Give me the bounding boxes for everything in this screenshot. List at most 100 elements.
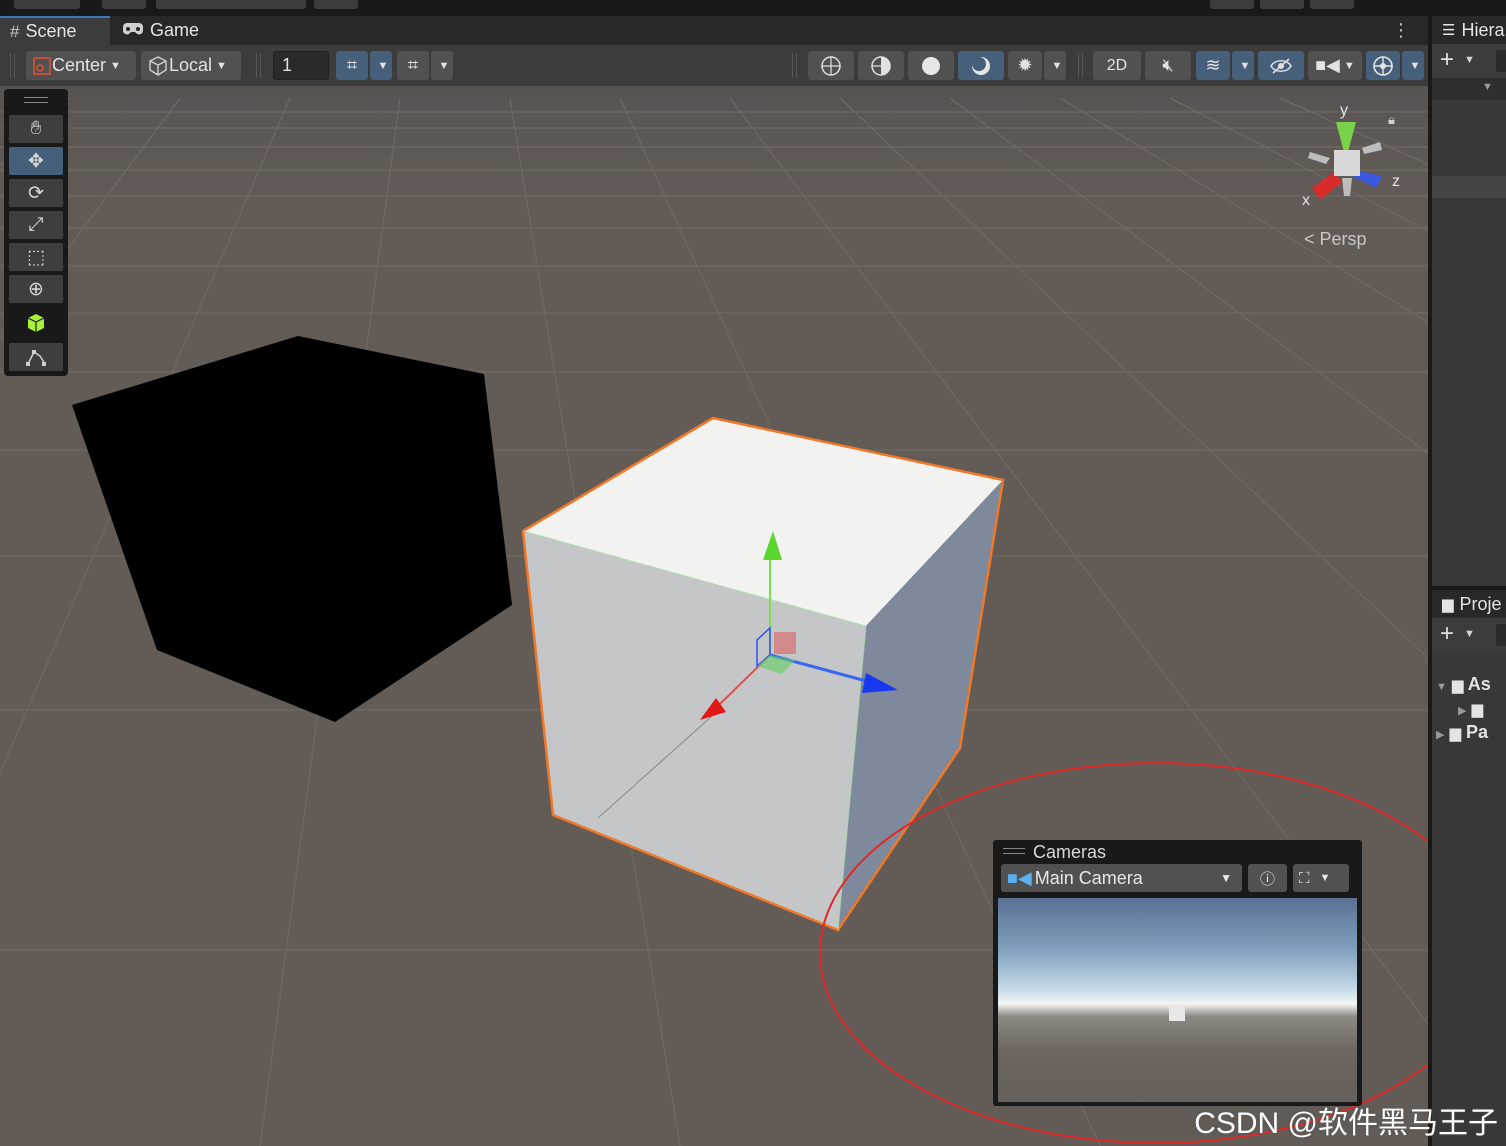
chevron-down-icon[interactable]: ▼ — [1464, 54, 1475, 66]
more-options-icon[interactable]: ⋮ — [1392, 20, 1410, 41]
magnet-grid-icon: ⌗ — [407, 55, 419, 75]
projection-toggle[interactable]: < Persp — [1304, 229, 1367, 250]
custom-tool-button[interactable] — [9, 309, 63, 337]
rotate-icon: ⟳ — [28, 182, 44, 204]
gizmo-y-label: y — [1340, 102, 1348, 119]
gizmos-dropdown[interactable]: ▼ — [1402, 51, 1424, 80]
hierarchy-scene-row[interactable]: ▼ — [1432, 78, 1506, 100]
hand-tool-button[interactable]: ✋︎ — [9, 115, 63, 143]
scene-toolbar: Center ▼ Local ▼ 1 ⌗ ▼ ⌗ ▼ ✹ ▼ 2D 🔇︎ ≋ ▼ — [0, 45, 1428, 87]
wireframe-shading-button[interactable] — [808, 51, 854, 80]
frame-corners-icon: ⛶ — [1299, 869, 1310, 887]
cloud-button[interactable] — [102, 0, 146, 9]
pivot-rotation-dropdown[interactable]: Local ▼ — [141, 51, 241, 80]
gizmo-neg-z-cone[interactable] — [1362, 142, 1382, 154]
scale-tool-button[interactable]: ⤢ — [9, 211, 63, 239]
gizmo-neg-x-cone[interactable] — [1308, 152, 1330, 164]
camera-icon: ■◀ — [1315, 55, 1340, 75]
debug-draw-button[interactable]: ✹ — [1008, 51, 1042, 80]
scene-camera-dropdown[interactable]: ■◀ ▼ — [1308, 51, 1362, 80]
lit-shading-button[interactable] — [958, 51, 1004, 80]
xy-plane-handle[interactable] — [774, 632, 796, 654]
rect-tool-button[interactable]: ⬚ — [9, 243, 63, 271]
tree-item-subfolder[interactable]: ▶ ▆ — [1458, 698, 1483, 719]
account-button[interactable] — [14, 0, 80, 9]
pause-button[interactable] — [1260, 0, 1304, 9]
increment-snap-dropdown[interactable]: ▼ — [431, 51, 453, 80]
play-button[interactable] — [1210, 0, 1254, 9]
wireframe-sphere-icon — [821, 55, 841, 76]
pivot-mode-dropdown[interactable]: Center ▼ — [26, 51, 136, 80]
chevron-down-icon: ▼ — [1319, 872, 1331, 884]
tab-game-label: Game — [150, 20, 200, 40]
hierarchy-tab[interactable]: ☰ Hiera — [1432, 16, 1506, 44]
transform-tool-button[interactable]: ⊕ — [9, 275, 63, 303]
tab-scene[interactable]: # Scene — [0, 16, 110, 45]
chevron-down-icon: ▼ — [1239, 59, 1251, 72]
project-tab[interactable]: ▆ Proje — [1432, 590, 1506, 618]
black-cube[interactable] — [72, 336, 512, 722]
move-tool-button[interactable]: ✥ — [9, 147, 63, 175]
effects-dropdown[interactable]: ▼ — [1232, 51, 1254, 80]
project-title: Proje — [1459, 593, 1502, 614]
gizmos-button[interactable] — [1366, 51, 1400, 80]
gizmo-neg-y-cone[interactable] — [1342, 178, 1352, 196]
cameras-overlay: Cameras ■◀ Main Camera ▼ ⓘ ⛶ ▼ — [993, 840, 1362, 1106]
gizmo-x-label: x — [1302, 192, 1310, 209]
gizmo-x-cone[interactable] — [1312, 172, 1342, 200]
camera-frame-button[interactable]: ⛶ ▼ — [1293, 864, 1349, 892]
chevron-down-icon: ▼ — [1482, 81, 1493, 93]
chevron-right-icon: ▶ — [1458, 705, 1467, 717]
shaded-wireframe-button[interactable] — [858, 51, 904, 80]
scene-view-header: # Scene Game ⋮ — [0, 16, 1428, 45]
horizon-fade — [0, 86, 1428, 226]
toolbar-grip — [792, 53, 797, 78]
hierarchy-title: Hiera — [1461, 19, 1505, 40]
shaded-button[interactable] — [908, 51, 954, 80]
chevron-left-icon: < — [1304, 229, 1315, 249]
hand-icon: ✋︎ — [30, 118, 42, 139]
gizmo-center-cube[interactable] — [1334, 150, 1360, 176]
lighting-sphere-icon — [972, 56, 990, 75]
tab-game[interactable]: Game — [122, 16, 232, 45]
debug-draw-dropdown[interactable]: ▼ — [1044, 51, 1066, 80]
increment-snap-button[interactable]: ⌗ — [397, 51, 429, 80]
scene-visibility-button[interactable] — [1258, 51, 1304, 80]
toolbar-grip — [256, 53, 261, 78]
list-icon: ☰ — [1442, 22, 1456, 39]
grid-icon: # — [10, 21, 20, 41]
lock-icon[interactable]: 🔒︎ — [1388, 112, 1395, 128]
tree-item-packages[interactable]: ▶ ▆ Pa — [1436, 722, 1488, 743]
step-button[interactable] — [1310, 0, 1354, 9]
folder-icon: ▆ — [1449, 725, 1462, 742]
hierarchy-selected-row[interactable] — [1432, 176, 1506, 198]
tree-item-assets[interactable]: ▼ ▆ As — [1436, 674, 1491, 695]
chevron-right-icon: ▶ — [1436, 729, 1445, 741]
add-icon[interactable]: + — [1440, 46, 1454, 74]
path-tool-button[interactable] — [9, 343, 63, 371]
add-icon[interactable]: + — [1440, 620, 1454, 648]
tools-button[interactable] — [314, 0, 358, 9]
overlay-grip[interactable] — [24, 97, 48, 103]
project-search-input[interactable] — [1496, 624, 1506, 646]
rotate-tool-button[interactable]: ⟳ — [9, 179, 63, 207]
grid-size-value: 1 — [282, 55, 293, 75]
camera-select-dropdown[interactable]: ■◀ Main Camera ▼ — [1001, 864, 1242, 892]
open-folder-icon: ▆ — [1451, 677, 1464, 694]
chevron-down-icon[interactable]: ▼ — [1464, 628, 1475, 640]
gizmo-y-cone[interactable] — [1336, 122, 1356, 152]
effects-toggle-button[interactable]: ≋ — [1196, 51, 1230, 80]
camera-info-button[interactable]: ⓘ — [1248, 864, 1287, 892]
projection-label: Persp — [1319, 229, 1367, 249]
hierarchy-search-input[interactable] — [1496, 50, 1506, 72]
overlay-grip[interactable] — [1003, 848, 1025, 854]
chevron-down-icon: ▼ — [1409, 59, 1421, 72]
audio-toggle-button[interactable]: 🔇︎ — [1145, 51, 1191, 80]
grid-size-input[interactable]: 1 — [273, 51, 329, 80]
chevron-down-icon: ▼ — [1436, 681, 1447, 693]
right-dock: ☰ Hiera + ▼ ▼ ▆ Proje + ▼ ▼ ▆ As ▶ ▆ ▶ ▆… — [1428, 16, 1506, 1146]
toggle-2d-button[interactable]: 2D — [1093, 51, 1141, 80]
grid-snap-dropdown[interactable]: ▼ — [370, 51, 392, 80]
grid-snap-button[interactable]: ⌗ — [336, 51, 368, 80]
asset-store-button[interactable] — [156, 0, 306, 9]
